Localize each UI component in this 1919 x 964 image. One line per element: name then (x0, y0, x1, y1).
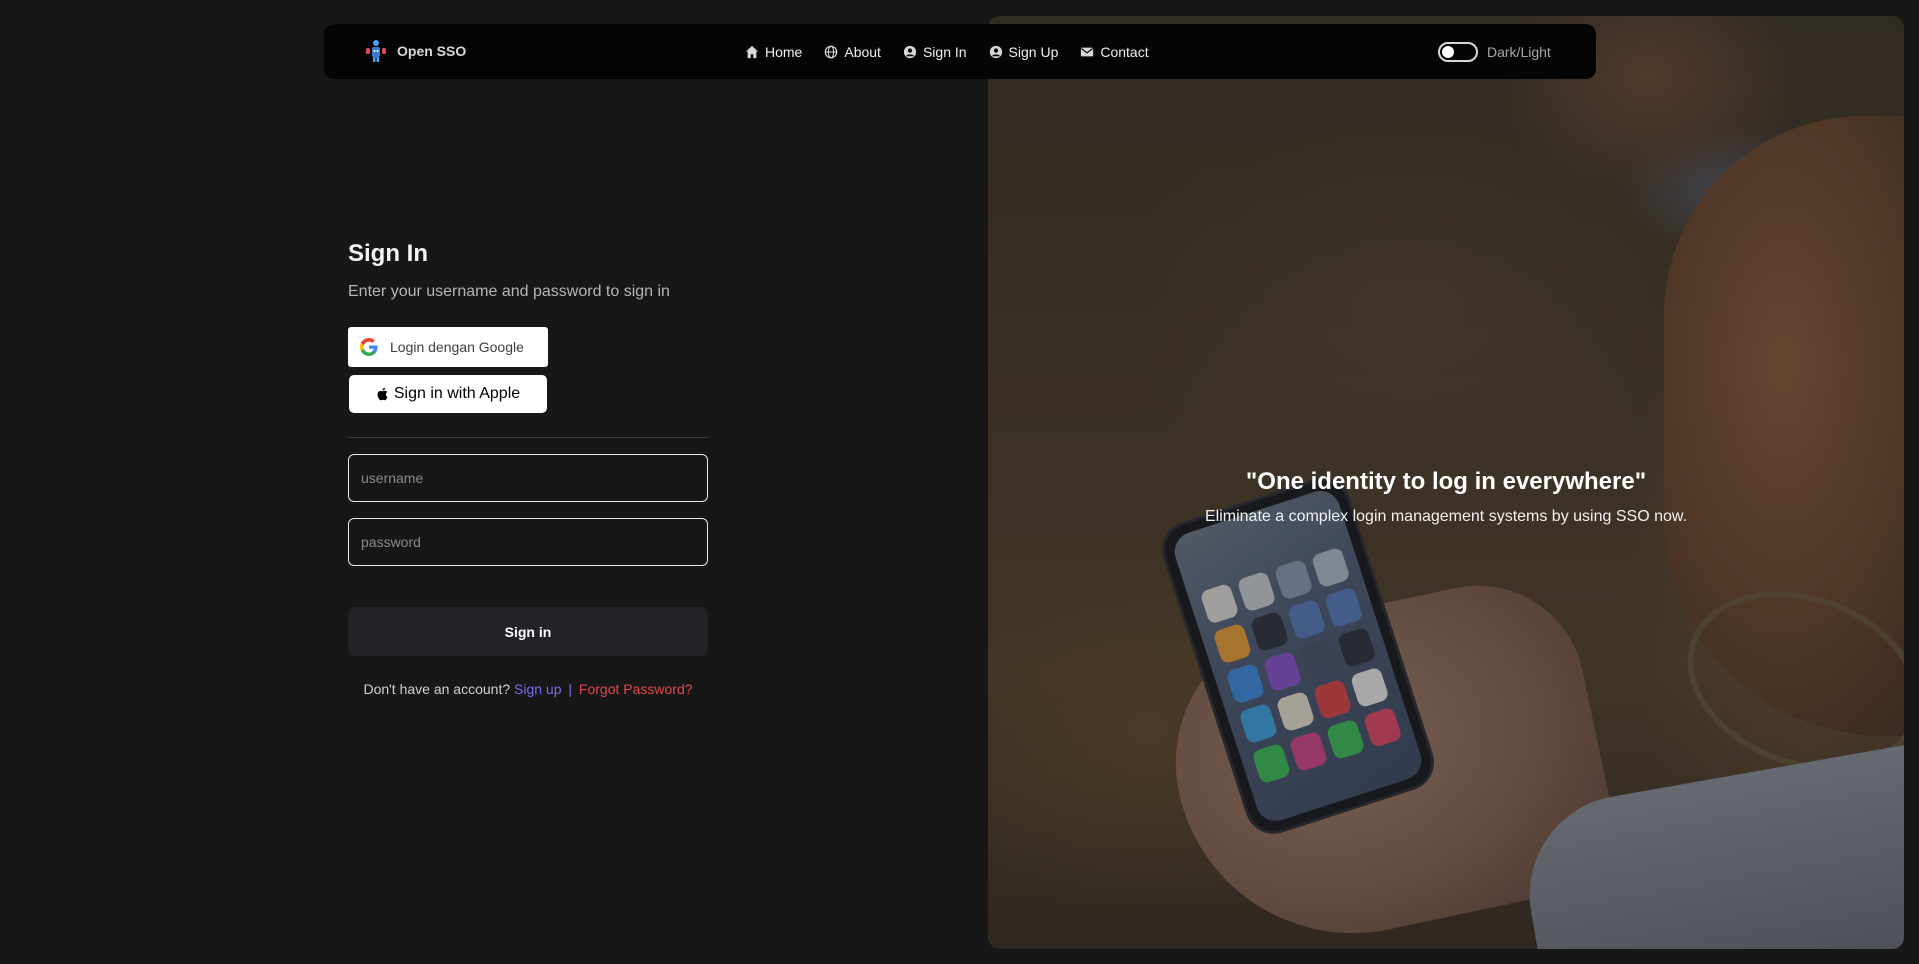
theme-label: Dark/Light (1487, 44, 1551, 60)
apple-login-label: Sign in with Apple (393, 385, 521, 402)
theme-toggle: Dark/Light (1438, 42, 1551, 62)
theme-switch[interactable] (1438, 42, 1478, 62)
hero-image-panel: "One identity to log in everywhere" Elim… (988, 16, 1904, 949)
nav-link-contact-label: Contact (1100, 43, 1149, 60)
user-circle-icon (903, 45, 917, 58)
google-g-icon (360, 338, 378, 356)
divider (348, 437, 708, 438)
globe-icon (825, 45, 838, 58)
forgot-password-link[interactable]: Forgot Password? (579, 681, 693, 697)
envelope-icon (1081, 47, 1094, 56)
brand[interactable]: Open SSO (363, 38, 466, 64)
nav-link-about-label: About (844, 43, 881, 60)
nav-link-home-label: Home (765, 43, 803, 60)
hero-title: "One identity to log in everywhere" (1245, 468, 1647, 495)
apple-icon (377, 387, 388, 401)
no-account-text: Don't have an account? (363, 681, 511, 697)
nav-link-signup-label: Sign Up (1008, 43, 1059, 60)
brand-name: Open SSO (397, 43, 467, 59)
signin-subtitle: Enter your username and password to sign… (348, 283, 670, 300)
nav-link-about[interactable]: About (824, 44, 881, 60)
signup-link[interactable]: Sign up (514, 681, 561, 697)
nav-link-signin[interactable]: Sign In (903, 44, 967, 60)
signin-footer: Don't have an account? Sign up | Forgot … (348, 681, 708, 697)
robot-logo-icon (366, 40, 386, 62)
google-login-button[interactable]: Login dengan Google (348, 327, 548, 367)
google-login-label: Login dengan Google (390, 339, 524, 355)
page-title: Sign In (348, 240, 428, 267)
hero-text: "One identity to log in everywhere" Elim… (988, 468, 1904, 526)
link-separator: | (568, 681, 573, 697)
username-input[interactable] (348, 454, 708, 502)
signin-form: Sign In Enter your username and password… (348, 240, 708, 697)
nav-links: Home About Sign In Sign Up Contact (745, 24, 1149, 79)
signin-button[interactable]: Sign in (348, 607, 708, 656)
nav-link-signin-label: Sign In (922, 43, 967, 60)
switch-knob (1442, 46, 1454, 58)
user-circle-icon (989, 45, 1002, 58)
password-input[interactable] (348, 518, 708, 566)
hero-subtitle: Eliminate a complex login management sys… (1204, 508, 1687, 525)
nav-link-home[interactable]: Home (745, 44, 802, 60)
navbar: Open SSO Home About Sign In Sign Up Cont… (324, 24, 1596, 79)
home-icon (745, 45, 759, 58)
nav-link-contact[interactable]: Contact (1080, 43, 1149, 60)
nav-link-signup[interactable]: Sign Up (989, 43, 1059, 60)
apple-login-button[interactable]: Sign in with Apple (349, 375, 547, 413)
